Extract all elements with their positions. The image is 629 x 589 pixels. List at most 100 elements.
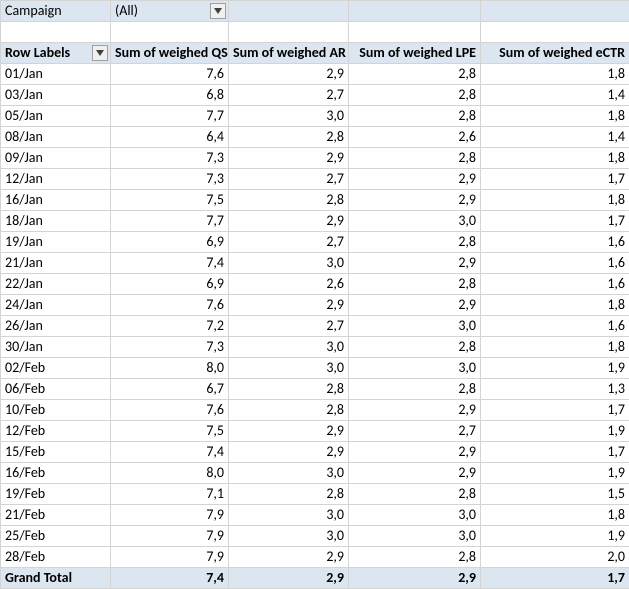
row-label: 30/Jan [1, 337, 111, 358]
table-row: 02/Feb8,03,03,01,9 [1, 358, 629, 379]
pivot-filter-row: Campaign (All) [1, 1, 629, 22]
row-label: 12/Jan [1, 169, 111, 190]
col-header-ectr: Sum of weighed eCTR [481, 43, 629, 64]
value-cell-lpe: 2,9 [349, 400, 481, 421]
value-cell-ectr: 1,9 [481, 421, 629, 442]
table-row: 21/Jan7,43,02,91,6 [1, 253, 629, 274]
value-cell-ar: 3,0 [229, 505, 349, 526]
row-label: 03/Jan [1, 85, 111, 106]
row-label: 08/Jan [1, 127, 111, 148]
table-row: 30/Jan7,33,02,81,8 [1, 337, 629, 358]
pivot-filter-field-label: Campaign [1, 1, 111, 22]
pivot-table: Campaign (All) Row Labels Sum of w [0, 0, 629, 589]
value-cell-lpe: 2,7 [349, 421, 481, 442]
row-label: 09/Jan [1, 148, 111, 169]
value-cell-qs: 7,4 [111, 253, 229, 274]
table-row: 25/Feb7,93,03,01,9 [1, 526, 629, 547]
value-cell-qs: 7,9 [111, 547, 229, 568]
value-cell-qs: 7,6 [111, 64, 229, 85]
table-row: 26/Jan7,22,73,01,6 [1, 316, 629, 337]
value-cell-qs: 6,9 [111, 232, 229, 253]
col-header-lpe: Sum of weighed LPE [349, 43, 481, 64]
grand-total-lpe: 2,9 [349, 568, 481, 589]
value-cell-lpe: 2,9 [349, 442, 481, 463]
row-labels-header-cell[interactable]: Row Labels [1, 43, 111, 64]
row-label: 12/Feb [1, 421, 111, 442]
value-cell-ar: 2,6 [229, 274, 349, 295]
pivot-filter-value-cell[interactable]: (All) [111, 1, 229, 22]
value-cell-ectr: 1,6 [481, 253, 629, 274]
value-cell-ectr: 2,0 [481, 547, 629, 568]
table-row: 15/Feb7,42,92,91,7 [1, 442, 629, 463]
value-cell-lpe: 3,0 [349, 316, 481, 337]
value-cell-ar: 2,8 [229, 379, 349, 400]
value-cell-qs: 7,5 [111, 421, 229, 442]
grand-total-ar: 2,9 [229, 568, 349, 589]
value-cell-ar: 2,9 [229, 421, 349, 442]
value-cell-ar: 2,9 [229, 148, 349, 169]
grand-total-row: Grand Total7,42,92,91,7 [1, 568, 629, 589]
value-cell-ectr: 1,4 [481, 127, 629, 148]
value-cell-ar: 2,8 [229, 190, 349, 211]
value-cell-qs: 8,0 [111, 463, 229, 484]
value-cell-lpe: 2,9 [349, 190, 481, 211]
filter-dropdown-button[interactable] [210, 3, 226, 19]
blank-cell [349, 1, 481, 22]
value-cell-qs: 6,4 [111, 127, 229, 148]
table-row: 05/Jan7,73,02,81,8 [1, 106, 629, 127]
chevron-down-icon [96, 50, 104, 56]
row-label: 18/Jan [1, 211, 111, 232]
table-row: 24/Jan7,62,92,91,8 [1, 295, 629, 316]
value-cell-qs: 6,8 [111, 85, 229, 106]
value-cell-lpe: 2,8 [349, 547, 481, 568]
value-cell-ar: 2,7 [229, 316, 349, 337]
row-label: 19/Jan [1, 232, 111, 253]
value-cell-ar: 2,8 [229, 127, 349, 148]
table-row: 12/Jan7,32,72,91,7 [1, 169, 629, 190]
row-labels-dropdown-button[interactable] [92, 45, 108, 61]
value-cell-lpe: 3,0 [349, 211, 481, 232]
value-cell-qs: 7,9 [111, 526, 229, 547]
value-cell-ectr: 1,9 [481, 358, 629, 379]
value-cell-qs: 6,7 [111, 379, 229, 400]
value-cell-ectr: 1,9 [481, 463, 629, 484]
value-cell-ar: 2,9 [229, 547, 349, 568]
value-cell-ectr: 1,5 [481, 484, 629, 505]
row-label: 16/Jan [1, 190, 111, 211]
value-cell-lpe: 2,8 [349, 106, 481, 127]
table-row: 19/Jan6,92,72,81,6 [1, 232, 629, 253]
table-row: 18/Jan7,72,93,01,7 [1, 211, 629, 232]
value-cell-lpe: 3,0 [349, 358, 481, 379]
value-cell-ar: 3,0 [229, 358, 349, 379]
table-row: 03/Jan6,82,72,81,4 [1, 85, 629, 106]
value-cell-ectr: 1,9 [481, 526, 629, 547]
value-cell-lpe: 2,8 [349, 232, 481, 253]
row-label: 02/Feb [1, 358, 111, 379]
table-row: 12/Feb7,52,92,71,9 [1, 421, 629, 442]
table-row: 16/Feb8,03,02,91,9 [1, 463, 629, 484]
col-header-qs: Sum of weighed QS [111, 43, 229, 64]
value-cell-lpe: 2,8 [349, 148, 481, 169]
row-label: 16/Feb [1, 463, 111, 484]
value-cell-ectr: 1,3 [481, 379, 629, 400]
value-cell-lpe: 2,8 [349, 379, 481, 400]
row-label: 19/Feb [1, 484, 111, 505]
value-cell-qs: 7,5 [111, 190, 229, 211]
value-cell-ar: 3,0 [229, 463, 349, 484]
row-label: 25/Feb [1, 526, 111, 547]
table-row: 06/Feb6,72,82,81,3 [1, 379, 629, 400]
value-cell-lpe: 2,6 [349, 127, 481, 148]
row-label: 21/Feb [1, 505, 111, 526]
value-cell-lpe: 3,0 [349, 505, 481, 526]
value-cell-ectr: 1,8 [481, 64, 629, 85]
value-cell-ar: 2,9 [229, 64, 349, 85]
row-label: 01/Jan [1, 64, 111, 85]
value-cell-ectr: 1,8 [481, 148, 629, 169]
value-cell-qs: 7,6 [111, 295, 229, 316]
value-cell-ectr: 1,8 [481, 295, 629, 316]
pivot-filter-value: (All) [115, 2, 138, 19]
row-label: 05/Jan [1, 106, 111, 127]
chevron-down-icon [214, 8, 222, 14]
value-cell-lpe: 2,9 [349, 169, 481, 190]
value-cell-ar: 2,9 [229, 442, 349, 463]
